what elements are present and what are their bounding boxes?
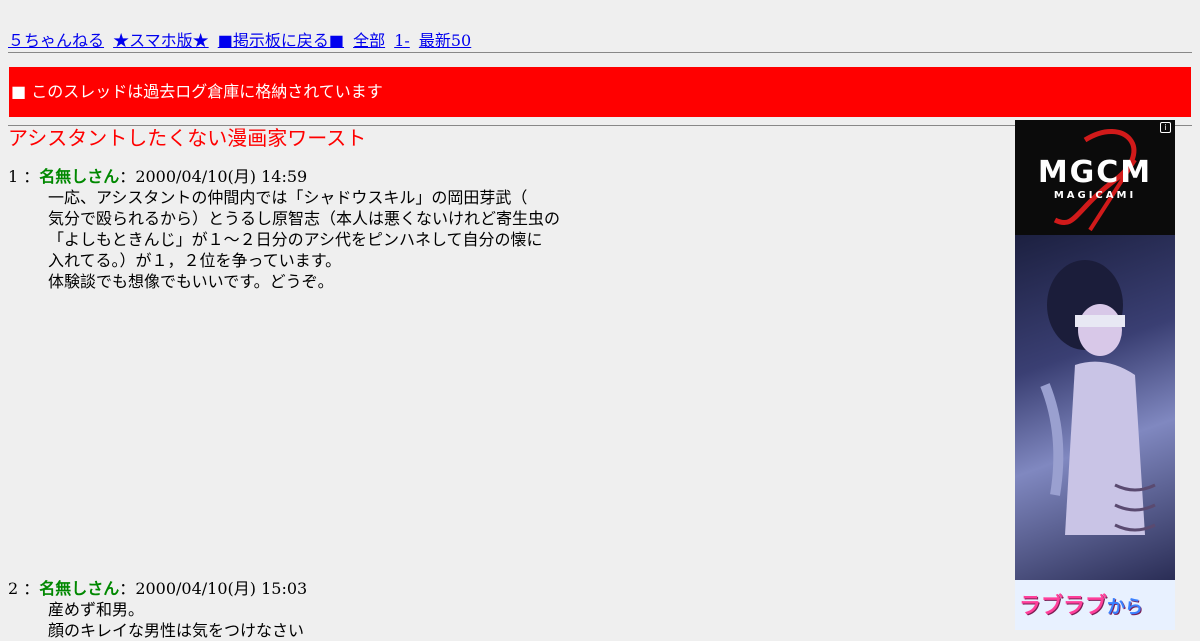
- ad-cta-text: ラブラブから: [1019, 588, 1143, 620]
- ad-cta-blue: から: [1107, 597, 1144, 618]
- post-date: 2000/04/10(月) 15:03: [135, 579, 308, 598]
- ad-call-to-action-area: ラブラブから: [1015, 580, 1175, 630]
- archive-notice-banner: ■ このスレッドは過去ログ倉庫に格納されています: [9, 67, 1191, 117]
- post-number[interactable]: 1: [8, 167, 18, 186]
- ad-logo-text: MGCM: [1037, 154, 1153, 190]
- post-separator: ：: [18, 167, 40, 186]
- post-date-separator: ：: [119, 579, 136, 598]
- post-number[interactable]: 2: [8, 579, 18, 598]
- post-date: 2000/04/10(月) 14:59: [135, 167, 308, 186]
- post-author-name: 名無しさん: [39, 579, 120, 598]
- post: 1 ：名無しさん：2000/04/10(月) 14:59 一応、アシスタントの仲…: [8, 166, 560, 292]
- ad-logo-subtext: MAGICAMI: [1053, 189, 1137, 201]
- ad-illustration: [1015, 235, 1175, 580]
- nav-link-smartphone[interactable]: ★スマホ版★: [113, 31, 209, 50]
- divider-top: [8, 52, 1192, 53]
- post-separator: ：: [18, 579, 40, 598]
- post-body: 一応、アシスタントの仲間内では「シャドウスキル」の岡田芽武（ 気分で殴られるから…: [48, 188, 561, 291]
- post-header: 2 ：名無しさん：2000/04/10(月) 15:03: [8, 578, 307, 599]
- post-author-name: 名無しさん: [39, 167, 120, 186]
- nav-link-back-to-board[interactable]: ■掲示板に戻る■: [218, 31, 344, 50]
- top-navigation: ５ちゃんねる ★スマホ版★ ■掲示板に戻る■ 全部 1- 最新50: [8, 31, 1192, 51]
- ad-character-illustration: [1040, 260, 1156, 535]
- post: 2 ：名無しさん：2000/04/10(月) 15:03 産めず和男。 顔のキレ…: [8, 578, 307, 641]
- nav-link-5ch[interactable]: ５ちゃんねる: [8, 31, 104, 50]
- post-body: 産めず和男。 顔のキレイな男性は気をつけなさい: [48, 600, 305, 640]
- thread-title: アシスタントしたくない漫画家ワースト: [8, 126, 367, 150]
- ad-logo-area: i MGCM MAGICAMI: [1015, 120, 1175, 235]
- nav-link-all[interactable]: 全部: [353, 31, 385, 50]
- post-date-separator: ：: [119, 167, 136, 186]
- nav-link-latest-50[interactable]: 最新50: [419, 31, 471, 50]
- post-header: 1 ：名無しさん：2000/04/10(月) 14:59: [8, 166, 560, 187]
- ad-cta-pink: ラブラブ: [1019, 594, 1108, 619]
- nav-link-first[interactable]: 1-: [394, 31, 410, 50]
- ad-info-icon[interactable]: i: [1160, 122, 1171, 133]
- advertisement-banner[interactable]: i MGCM MAGICAMI ラブラブから: [1015, 120, 1175, 630]
